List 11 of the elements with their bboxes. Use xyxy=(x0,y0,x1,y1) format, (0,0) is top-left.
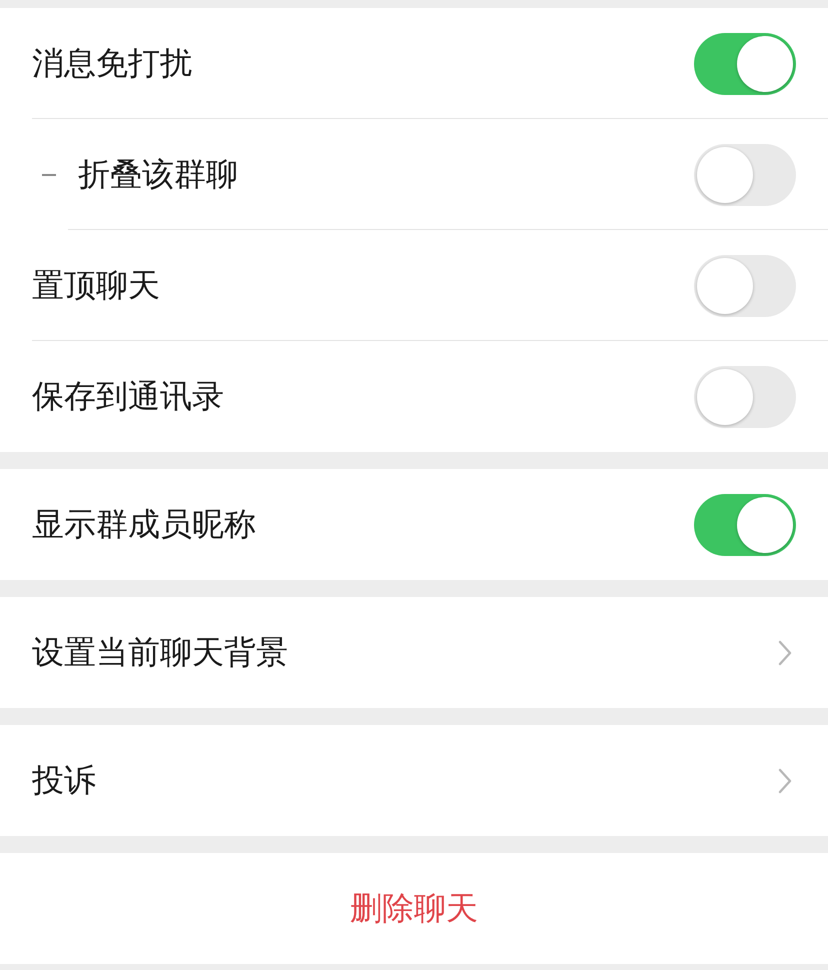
setting-label: 消息免打扰 xyxy=(32,42,193,84)
setting-label: 置顶聊天 xyxy=(32,264,161,306)
setting-label: 显示群成员昵称 xyxy=(32,504,257,544)
dash-icon xyxy=(42,174,56,176)
chevron-right-icon xyxy=(778,640,792,666)
chevron-right-icon xyxy=(778,768,792,794)
setting-label: 投诉 xyxy=(32,760,97,800)
setting-label: 设置当前聊天背景 xyxy=(32,632,289,672)
delete-chat-link[interactable]: 删除聊天 xyxy=(350,886,478,930)
setting-label: 保存到通讯录 xyxy=(32,376,225,416)
setting-label: 折叠该群聊 xyxy=(78,154,239,194)
